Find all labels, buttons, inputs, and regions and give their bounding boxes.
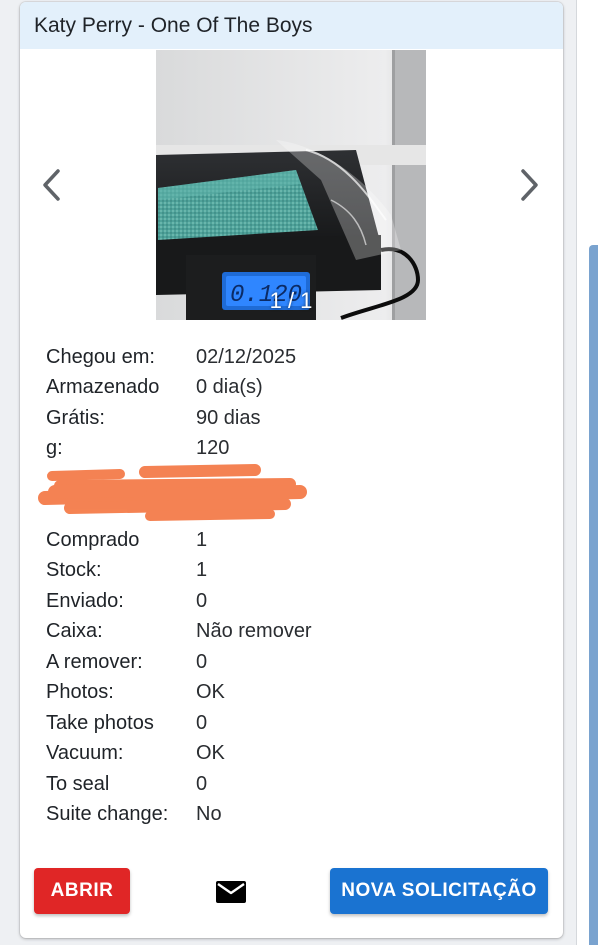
detail-row-sent: Enviado: 0	[46, 586, 312, 617]
detail-label: Enviado:	[46, 589, 124, 612]
detail-value: 120	[196, 437, 230, 460]
item-title: Katy Perry - One Of The Boys	[34, 13, 313, 37]
detail-row-purchased: Comprado 1	[46, 525, 312, 556]
carousel-prev-button[interactable]	[34, 165, 70, 205]
detail-value: OK	[196, 681, 225, 704]
detail-value: Não remover	[196, 620, 312, 643]
item-card: Katy Perry - One Of The Boys 0.120 1 / 1…	[20, 2, 563, 938]
detail-value: 0	[196, 650, 208, 673]
photo-carousel: 0.120 1 / 1	[20, 50, 563, 320]
item-details: Chegou em: 02/12/2025 Armazenado 0 dia(s…	[46, 342, 312, 830]
carousel-next-button[interactable]	[511, 165, 547, 205]
detail-row-free: Grátis: 90 dias	[46, 403, 312, 434]
detail-value: 0 dia(s)	[196, 376, 263, 399]
detail-row-suite-change: Suite change: No	[46, 800, 312, 831]
detail-value: 90 dias	[196, 406, 261, 429]
envelope-icon[interactable]	[215, 880, 247, 904]
detail-label: Take photos	[46, 711, 154, 734]
detail-label: To seal	[46, 772, 110, 795]
detail-row-stock: Stock: 1	[46, 556, 312, 587]
detail-label: Photos:	[46, 681, 114, 704]
detail-row-take-photos: Take photos 0	[46, 708, 312, 739]
redaction-scribble	[38, 464, 307, 521]
detail-value: 1	[196, 528, 208, 551]
detail-value: 0	[196, 589, 208, 612]
detail-label: Comprado	[46, 528, 140, 551]
detail-row-stored: Armazenado 0 dia(s)	[46, 373, 312, 404]
detail-value: No	[196, 803, 222, 826]
detail-value: 0	[196, 772, 208, 795]
detail-row-vacuum: Vacuum: OK	[46, 739, 312, 770]
detail-row-box: Caixa: Não remover	[46, 617, 312, 648]
item-photo[interactable]: 0.120 1 / 1	[156, 50, 426, 320]
detail-row-to-seal: To seal 0	[46, 769, 312, 800]
detail-row-to-remove: A remover: 0	[46, 647, 312, 678]
detail-value: 02/12/2025	[196, 345, 297, 368]
detail-label: A remover:	[46, 650, 143, 673]
scrollbar-thumb[interactable]	[589, 245, 598, 945]
open-button[interactable]: ABRIR	[34, 868, 130, 914]
detail-label: Vacuum:	[46, 742, 124, 765]
detail-label: Grátis:	[46, 406, 105, 429]
package-on-scale-image: 0.120	[156, 50, 426, 320]
detail-label: Chegou em:	[46, 345, 155, 368]
detail-row-weight: g: 120	[46, 434, 312, 465]
chevron-right-icon	[521, 169, 538, 201]
photo-counter: 1 / 1	[269, 288, 313, 313]
new-request-button[interactable]: NOVA SOLICITAÇÃO	[330, 868, 548, 914]
detail-value: OK	[196, 742, 225, 765]
detail-label: Caixa:	[46, 620, 103, 643]
card-title-bar: Katy Perry - One Of The Boys	[20, 2, 563, 49]
detail-value: 0	[196, 711, 208, 734]
detail-value: 1	[196, 559, 208, 582]
action-bar: ABRIR NOVA SOLICITAÇÃO	[20, 868, 563, 914]
detail-row-photos: Photos: OK	[46, 678, 312, 709]
detail-label: Stock:	[46, 559, 102, 582]
detail-label: Armazenado	[46, 376, 160, 399]
detail-label: g:	[46, 437, 63, 460]
chevron-left-icon	[43, 169, 60, 201]
detail-label: Suite change:	[46, 803, 169, 826]
right-side-panel	[576, 0, 598, 945]
detail-row-arrived: Chegou em: 02/12/2025	[46, 342, 312, 373]
